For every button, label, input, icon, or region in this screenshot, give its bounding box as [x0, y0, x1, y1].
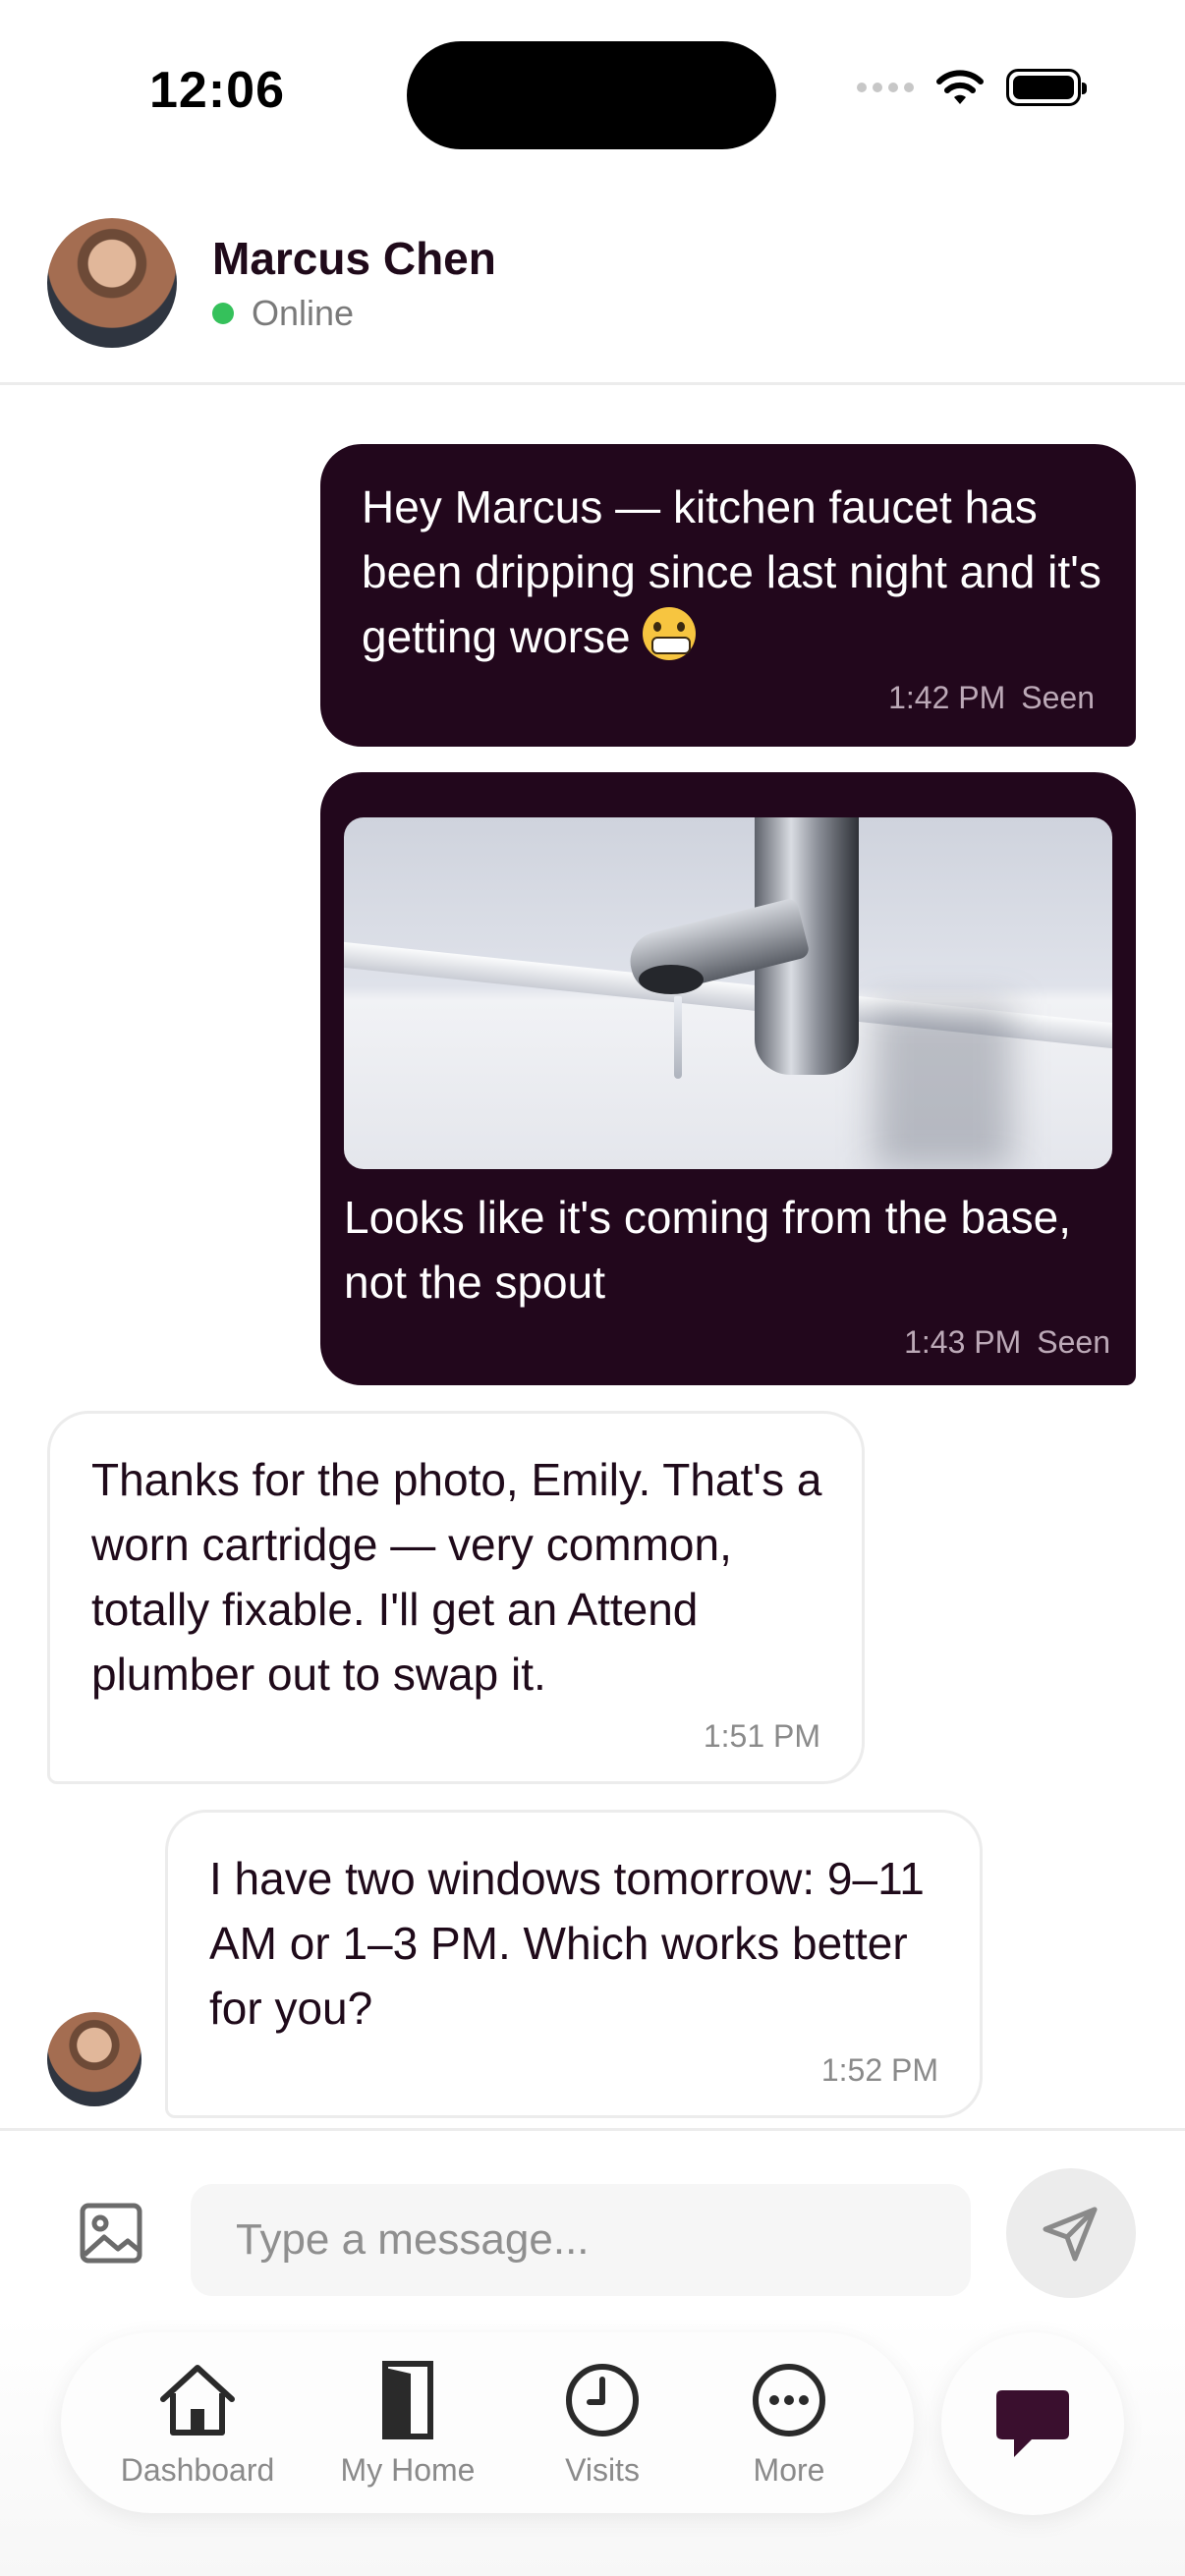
message-time: 1:52 PM	[820, 2052, 938, 2088]
message-text: I have two windows tomorrow: 9–11 AM or …	[209, 1853, 925, 2034]
battery-icon	[1006, 69, 1087, 106]
ellipsis-icon	[753, 2364, 825, 2436]
message-meta: 1:43 PM Seen	[904, 1324, 1110, 1361]
grimacing-face-emoji-icon	[643, 607, 697, 660]
tab-label: Visits	[565, 2452, 640, 2488]
tab-label: My Home	[340, 2452, 476, 2488]
message-text: Hey Marcus — kitchen faucet has been dri…	[362, 481, 1101, 662]
send-button[interactable]	[1006, 2168, 1136, 2298]
message-meta: 1:52 PM	[821, 2052, 938, 2089]
tab-more[interactable]: More	[696, 2358, 882, 2489]
attach-image-button[interactable]	[77, 2202, 145, 2265]
contact-avatar[interactable]	[47, 218, 177, 348]
chat-header: Marcus Chen Online	[0, 187, 1185, 385]
incoming-message[interactable]: Thanks for the photo, Emily. That's a wo…	[47, 1411, 865, 1784]
clock-icon	[566, 2364, 639, 2436]
wifi-icon	[936, 70, 984, 104]
image-icon	[80, 2203, 142, 2264]
message-text: Thanks for the photo, Emily. That's a wo…	[91, 1454, 822, 1700]
message-time: 1:43 PM	[904, 1324, 1022, 1360]
message-time: 1:51 PM	[703, 1718, 820, 1754]
message-meta: 1:51 PM	[704, 1718, 820, 1755]
message-status: Seen	[1037, 1324, 1110, 1360]
chat-bubble-icon	[996, 2390, 1069, 2457]
status-bar: 12:06	[0, 0, 1185, 187]
house-icon	[160, 2365, 235, 2436]
message-composer	[0, 2128, 1185, 2315]
message-time: 1:42 PM	[888, 680, 1006, 715]
presence-label: Online	[252, 293, 355, 333]
tab-label: Dashboard	[120, 2452, 275, 2488]
status-icons	[857, 69, 1087, 106]
tab-my-home[interactable]: My Home	[314, 2358, 501, 2489]
outgoing-message[interactable]: Hey Marcus — kitchen faucet has been dri…	[320, 444, 1136, 747]
door-icon	[382, 2361, 433, 2439]
chat-tab-button[interactable]	[941, 2332, 1124, 2515]
bottom-navigation: Dashboard My Home Visits More	[0, 2315, 1185, 2576]
tab-bar: Dashboard My Home Visits More	[61, 2332, 914, 2513]
contact-name[interactable]: Marcus Chen	[212, 232, 496, 285]
message-status: Seen	[1021, 680, 1095, 715]
message-meta: 1:42 PM Seen	[888, 680, 1095, 716]
send-icon	[1043, 2207, 1098, 2262]
tab-dashboard[interactable]: Dashboard	[104, 2358, 291, 2489]
sender-avatar	[47, 2012, 141, 2106]
incoming-message[interactable]: I have two windows tomorrow: 9–11 AM or …	[165, 1810, 983, 2118]
outgoing-photo-message[interactable]: Looks like it's coming from the base, no…	[320, 772, 1136, 1385]
online-dot-icon	[212, 303, 234, 324]
dynamic-island	[407, 41, 776, 149]
status-time: 12:06	[149, 62, 285, 119]
cellular-signal-icon	[857, 83, 914, 92]
presence-status: Online	[212, 293, 354, 334]
message-input[interactable]	[191, 2184, 971, 2296]
tab-label: More	[753, 2452, 825, 2488]
tab-visits[interactable]: Visits	[509, 2358, 696, 2489]
message-text: Looks like it's coming from the base, no…	[344, 1192, 1071, 1308]
dripping-faucet-photo[interactable]	[344, 817, 1112, 1169]
